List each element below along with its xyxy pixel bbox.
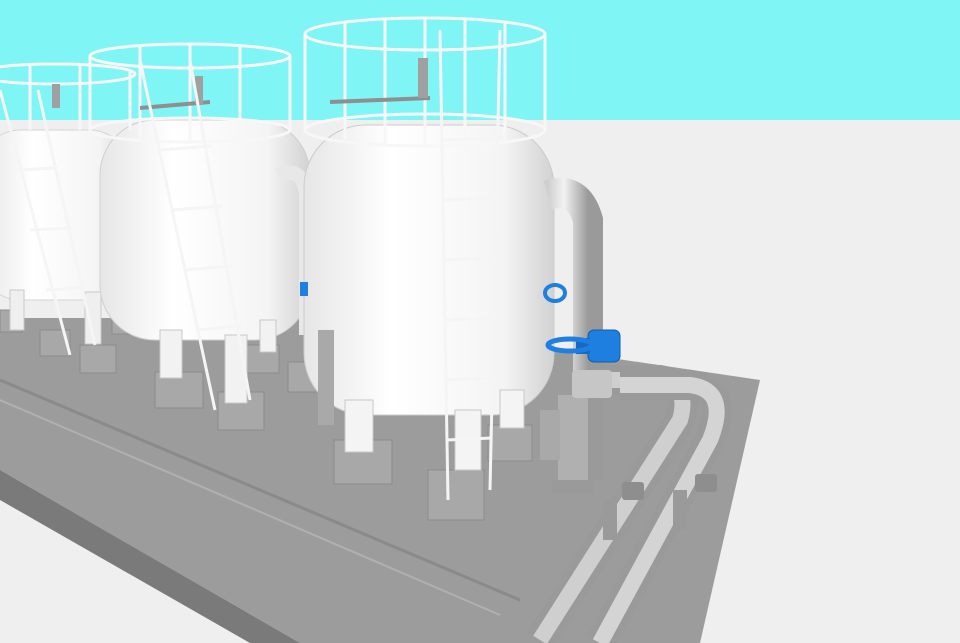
sky: [0, 0, 960, 120]
industrial-tank-scene: [0, 0, 960, 643]
